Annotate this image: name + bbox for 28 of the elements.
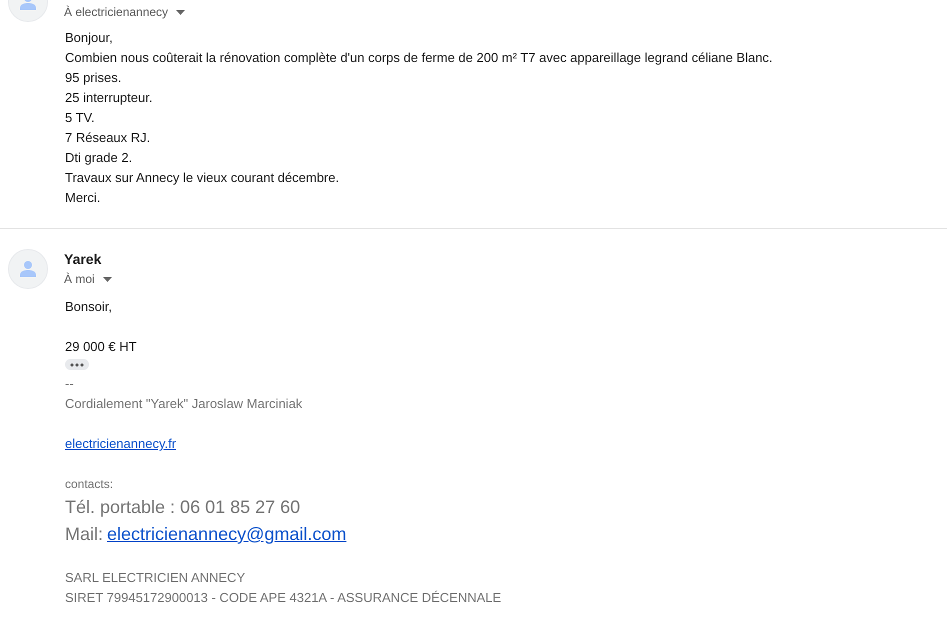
signature-text: -- — [65, 375, 75, 393]
recipient-dropdown-icon[interactable] — [176, 10, 186, 14]
recipient-text: À moi — [64, 271, 95, 288]
body-text: 7 Réseaux RJ. — [65, 129, 152, 147]
website-link[interactable]: electricienannecy.fr — [65, 436, 176, 451]
signature-text: Cordialement "Yarek" Jaroslaw Marciniak — [65, 395, 304, 413]
phone-text: Tél. portable : 06 01 85 27 60 — [65, 496, 302, 519]
body-text: Dti grade 2. — [65, 149, 134, 167]
body-text: Merci. — [65, 189, 102, 207]
body-text: 25 interrupteur. — [65, 89, 154, 107]
person-icon — [20, 261, 36, 277]
mail-label: Mail: — [65, 523, 104, 546]
email-link[interactable]: electricienannecy@gmail.com — [107, 521, 346, 548]
signature-text: contacts: — [65, 476, 114, 493]
show-trimmed-button[interactable] — [65, 359, 89, 370]
body-text: Travaux sur Annecy le vieux courant décembre. — [65, 169, 340, 187]
sender-name: Yarek — [64, 250, 102, 269]
signature-text: SARL ELECTRICIEN ANNECY — [65, 569, 246, 587]
body-text: Bonsoir, — [65, 298, 113, 316]
body-text: Bonjour, — [65, 29, 114, 47]
body-text: Combien nous coûterait la rénovation complète d'un corps de ferme de 200 m² T7 avec appareillage legrand céliane Blanc. — [65, 49, 774, 67]
recipient-dropdown-icon[interactable] — [102, 276, 112, 282]
body-text: 95 prises. — [65, 69, 122, 87]
dots-icon — [70, 362, 84, 366]
body-text: 29 000 € HT — [65, 338, 138, 356]
recipient-text: À electricienannecy — [64, 4, 168, 21]
body-text: 5 TV. — [65, 109, 96, 127]
signature-text: SIRET 79945172900013 - CODE APE 4321A - ASSURANCE DÉCENNALE — [65, 589, 502, 607]
